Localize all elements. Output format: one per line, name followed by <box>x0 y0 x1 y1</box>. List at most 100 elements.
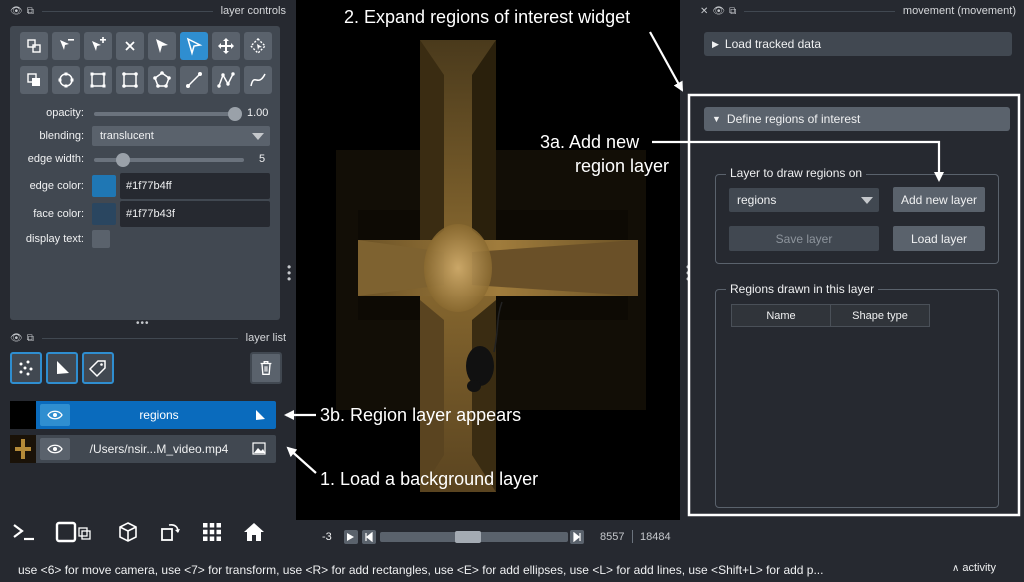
console-button[interactable] <box>10 518 38 546</box>
pan-zoom-icon[interactable] <box>212 32 240 60</box>
face-color-swatch[interactable] <box>92 203 116 225</box>
dock-splitter-handle[interactable]: ••• <box>136 318 150 329</box>
transform-icon[interactable] <box>244 32 272 60</box>
polygon-rect-icon[interactable] <box>116 66 144 94</box>
close-dock-icon[interactable]: 👁 <box>10 333 23 344</box>
direct-select-icon[interactable] <box>180 32 208 60</box>
status-text: use <6> for move camera, use <7> for tra… <box>18 563 824 577</box>
save-layer-button[interactable]: Save layer <box>729 226 879 251</box>
float-dock-icon[interactable]: ⧉ <box>27 6 34 17</box>
annotation-step3b: 3b. Region layer appears <box>320 405 522 425</box>
table-header-shape-type[interactable]: Shape type <box>830 304 930 327</box>
arena-video-frame <box>296 0 680 520</box>
image-layer-type-icon <box>252 442 266 455</box>
lasso-icon[interactable] <box>244 66 272 94</box>
load-layer-button[interactable]: Load layer <box>893 226 985 251</box>
close-dock-icon[interactable]: 👁 <box>10 6 23 17</box>
activity-button[interactable]: ∧ activity <box>952 562 996 574</box>
polygon-icon[interactable] <box>148 66 176 94</box>
select-icon[interactable] <box>148 32 176 60</box>
layer-controls-title: layer controls <box>220 5 286 17</box>
path-icon[interactable] <box>212 66 240 94</box>
new-points-layer-button[interactable] <box>10 352 42 384</box>
layer-thumbnail <box>10 435 36 463</box>
opacity-slider[interactable] <box>94 107 242 121</box>
frame-slider[interactable] <box>380 531 568 543</box>
edge-color-swatch[interactable] <box>92 175 116 197</box>
console-icon <box>13 524 34 541</box>
float-dock-icon[interactable]: ⧉ <box>27 333 34 344</box>
trash-icon <box>260 361 272 375</box>
plugin-dock-title: movement (movement) <box>902 5 1016 17</box>
layer-name[interactable]: regions <box>76 408 242 422</box>
remove-vertex-icon[interactable] <box>52 32 80 60</box>
visibility-eye-icon[interactable] <box>40 404 70 426</box>
opacity-value: 1.00 <box>247 107 269 119</box>
layer-name[interactable]: /Users/nsir...M_video.mp4 <box>76 442 242 456</box>
new-shapes-layer-button[interactable] <box>46 352 78 384</box>
step-back-button[interactable] <box>362 530 376 544</box>
annotation-step3a-line1: 3a. Add new <box>540 132 640 152</box>
load-tracked-data-label: Load tracked data <box>724 37 821 51</box>
frame-slider-handle[interactable] <box>455 531 481 543</box>
home-button[interactable] <box>240 518 268 546</box>
step-forward-icon <box>573 532 581 542</box>
shapes-layer-type-icon <box>256 410 265 420</box>
display-text-checkbox[interactable] <box>92 230 110 248</box>
delete-layer-button[interactable] <box>250 352 282 384</box>
table-header-name[interactable]: Name <box>731 304 831 327</box>
layer-row-video[interactable]: /Users/nsir...M_video.mp4 <box>10 435 276 463</box>
grid-view-button[interactable] <box>198 518 226 546</box>
chevron-right-icon: ▶ <box>712 38 719 49</box>
edge-width-slider[interactable] <box>94 153 244 167</box>
delete-shape-icon[interactable] <box>116 32 144 60</box>
plugin-dock-header: ✕ 👁 ⧉ movement (movement) <box>700 2 1016 20</box>
layer-to-draw-title: Layer to draw regions on <box>726 166 867 180</box>
float-dock-icon[interactable]: ⧉ <box>729 6 736 17</box>
region-layer-select[interactable]: regions <box>729 188 879 212</box>
annotation-step2: 2. Expand regions of interest widget <box>344 7 631 27</box>
rectangle-icon[interactable] <box>84 66 112 94</box>
play-button[interactable] <box>344 530 358 544</box>
roll-dimensions-button[interactable] <box>114 518 142 546</box>
frame-total: 18484 <box>640 531 671 543</box>
edge-color-input[interactable]: #1f77b4ff <box>120 173 270 199</box>
face-color-input[interactable]: #1f77b43f <box>120 201 270 227</box>
annotation-step1: 1. Load a background layer <box>320 469 539 489</box>
move-back-icon[interactable] <box>20 66 48 94</box>
hide-dock-icon[interactable]: 👁 <box>712 6 725 17</box>
blending-dropdown[interactable]: translucent <box>92 126 270 146</box>
layer-row-regions[interactable]: regions <box>10 401 276 429</box>
opacity-label: opacity: <box>46 107 84 119</box>
opacity-slider-handle[interactable] <box>228 107 242 121</box>
line-icon[interactable] <box>180 66 208 94</box>
regions-drawn-title: Regions drawn in this layer <box>726 282 879 296</box>
points-icon <box>19 360 33 376</box>
face-color-label: face color: <box>33 208 84 220</box>
transpose-button[interactable] <box>156 518 184 546</box>
blending-label: blending: <box>39 130 84 142</box>
layer-thumbnail <box>10 401 36 429</box>
edge-width-slider-handle[interactable] <box>115 153 130 167</box>
ndisplay-toggle-button[interactable] <box>52 518 96 546</box>
shuffle-icon[interactable] <box>20 32 48 60</box>
add-vertex-icon[interactable] <box>84 32 112 60</box>
edge-width-label: edge width: <box>27 153 84 165</box>
load-tracked-data-section[interactable]: ▶ Load tracked data <box>704 32 1012 56</box>
visibility-eye-icon[interactable] <box>40 438 70 460</box>
chevron-down-icon <box>252 133 264 140</box>
ellipse-icon[interactable] <box>52 66 80 94</box>
close-icon[interactable]: ✕ <box>700 6 708 17</box>
right-splitter-handle[interactable]: • • • <box>686 261 690 285</box>
step-forward-button[interactable] <box>570 530 584 544</box>
viewer-canvas[interactable] <box>296 0 680 520</box>
annotation-step3a-line2: region layer <box>575 156 670 176</box>
new-labels-layer-button[interactable] <box>82 352 114 384</box>
left-splitter-handle[interactable]: • • • <box>287 261 291 285</box>
play-icon <box>347 533 354 541</box>
frame-current: 8557 <box>600 531 625 543</box>
define-roi-label: Define regions of interest <box>726 112 861 126</box>
add-new-layer-button[interactable]: Add new layer <box>893 187 985 212</box>
label-tag-icon <box>88 360 106 378</box>
define-roi-section[interactable]: ▼ Define regions of interest <box>704 107 1010 131</box>
